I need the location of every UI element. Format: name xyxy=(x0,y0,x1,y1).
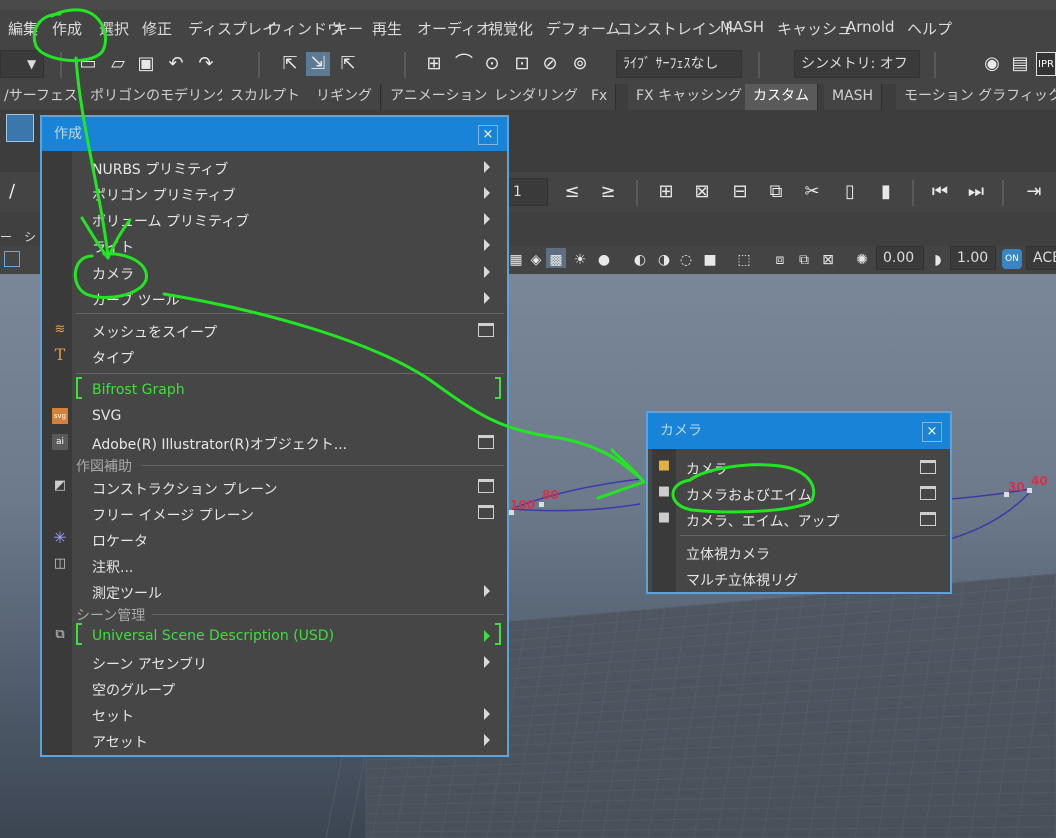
annotation-arrowhead xyxy=(596,448,646,500)
annotation-overlay xyxy=(32,8,815,514)
annotation-arrow-to-camera-menu xyxy=(162,292,642,480)
annotation-arrow-down xyxy=(74,56,110,258)
annotation-circle-camera-aim xyxy=(671,463,815,514)
annotation-circle-create-menu xyxy=(32,8,107,63)
annotation-circle-camera xyxy=(73,252,148,299)
